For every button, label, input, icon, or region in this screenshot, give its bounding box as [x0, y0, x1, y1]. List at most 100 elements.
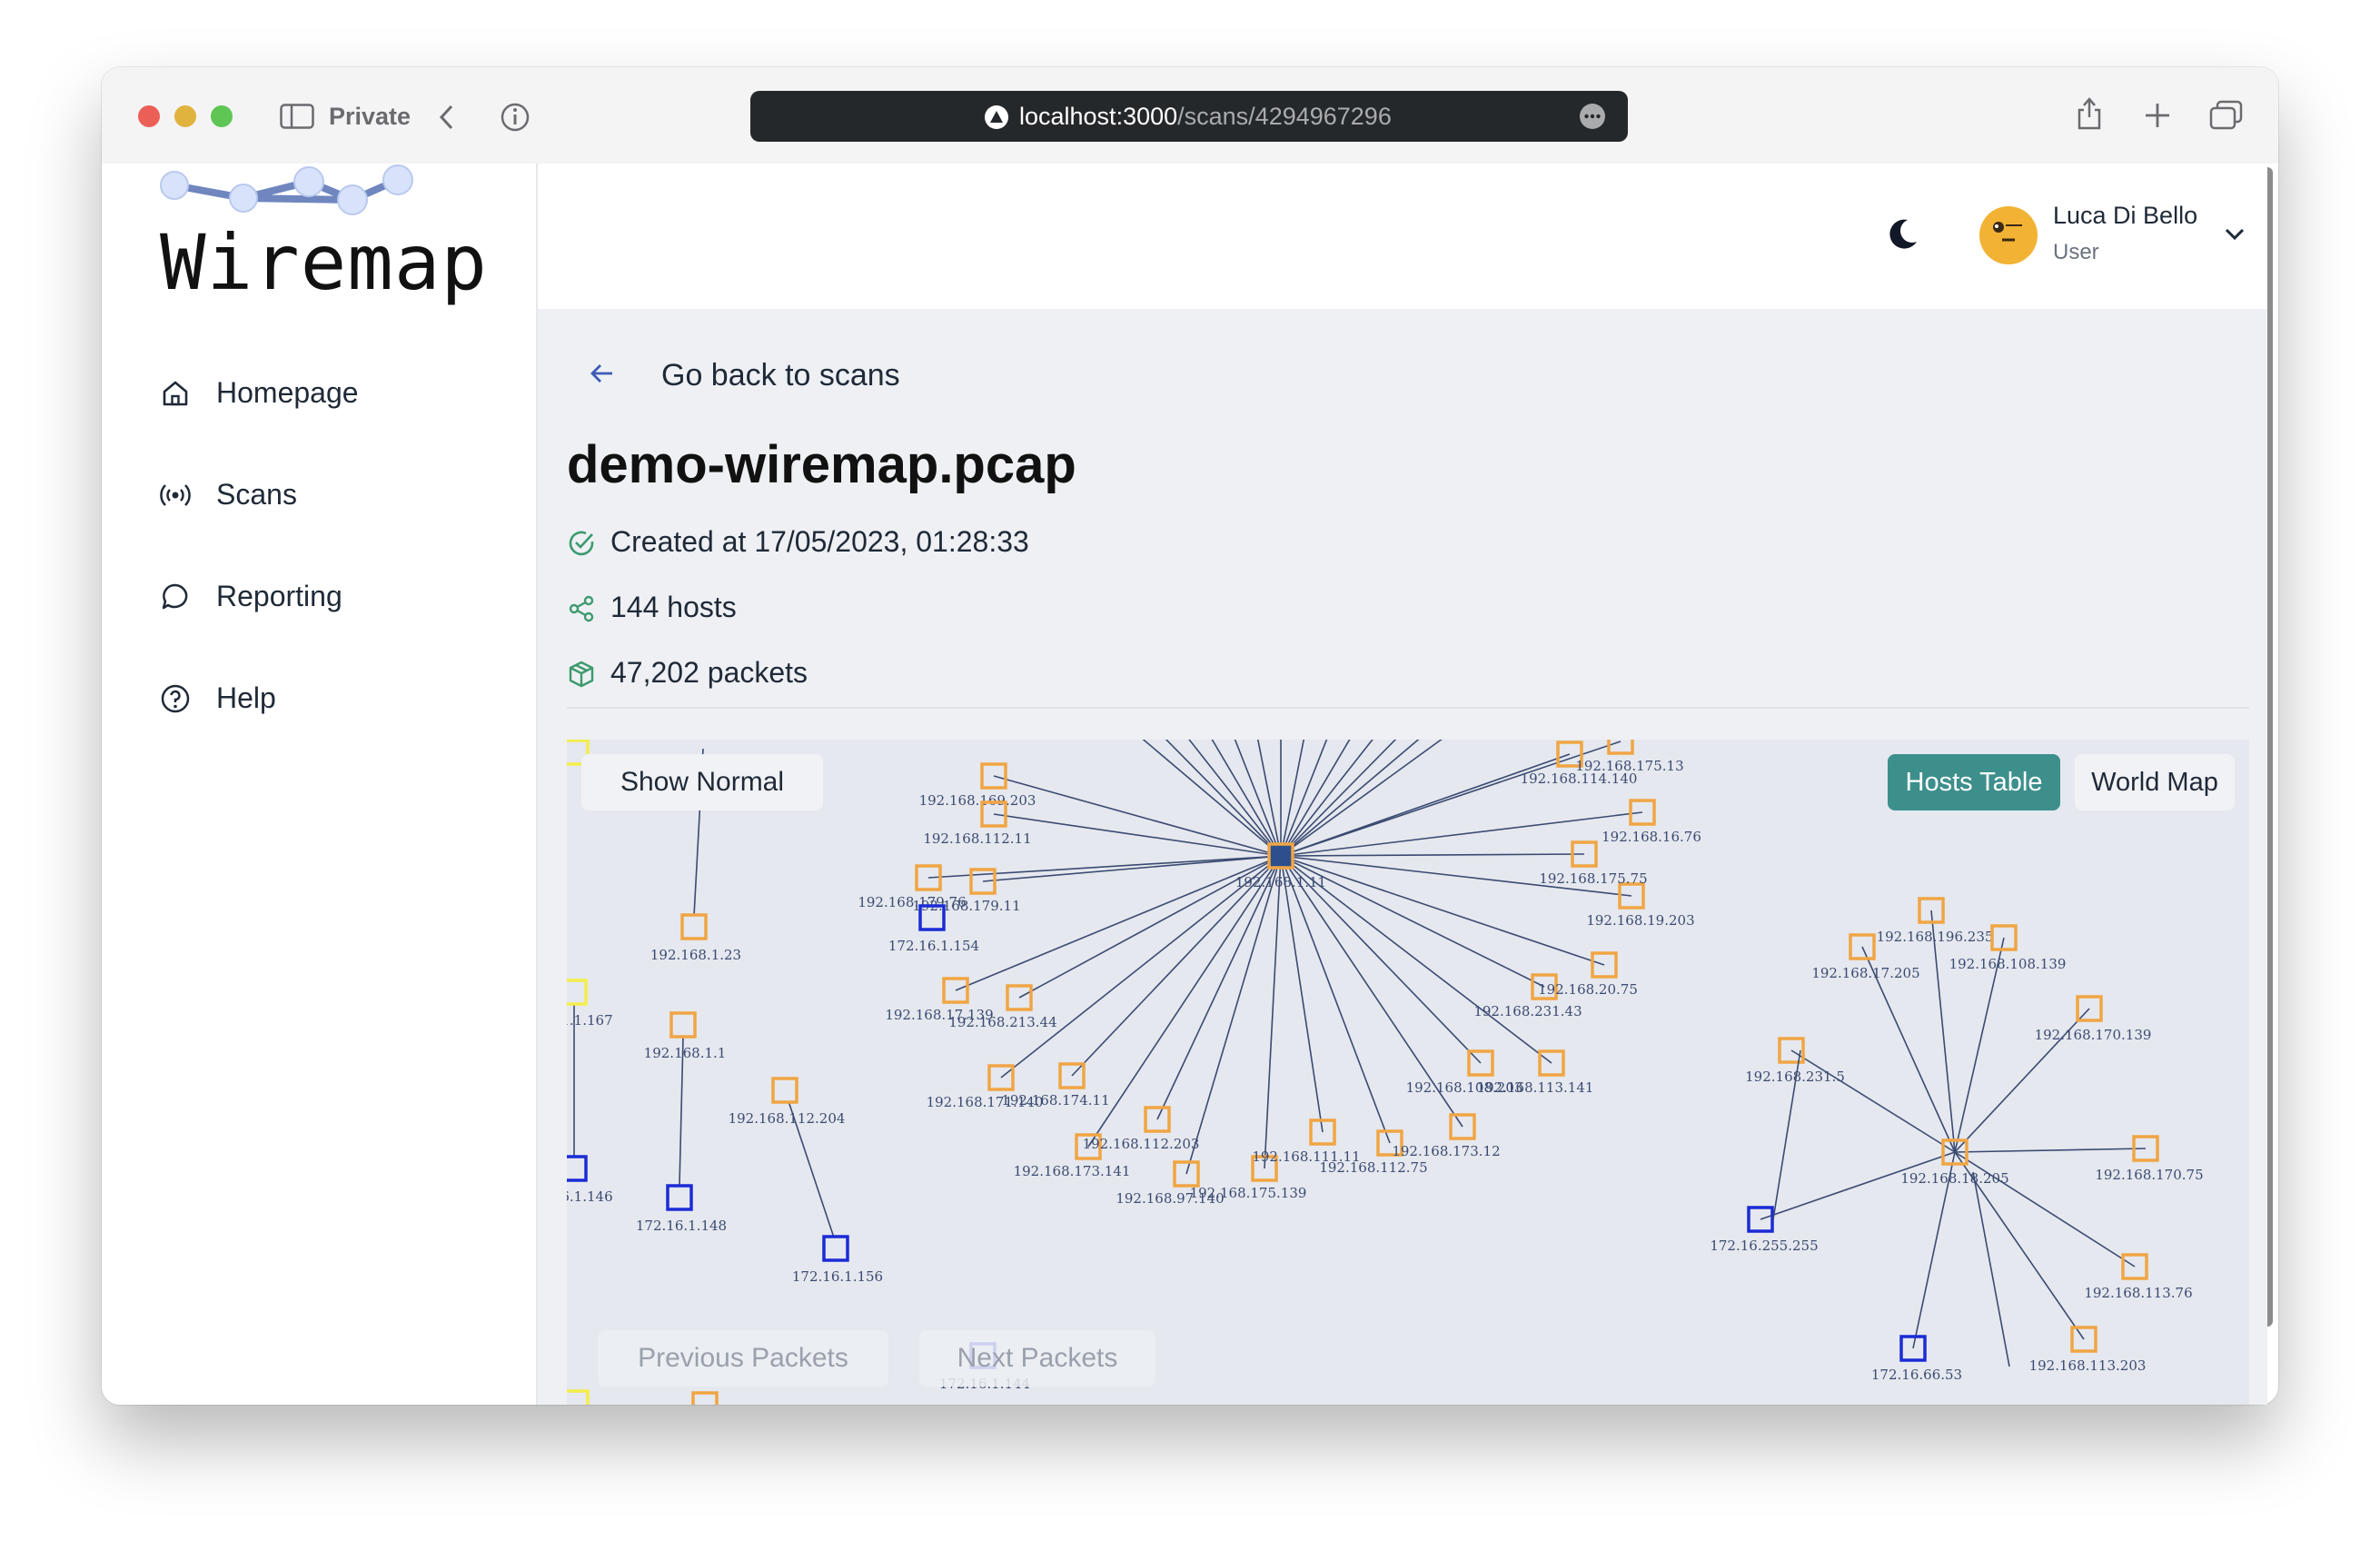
sidebar-item-label: Help [216, 681, 276, 714]
node-label: 192.168.16.76 [1602, 829, 1701, 845]
sidebar: Wiremap Homepage Scans Reporting Help [102, 164, 538, 1405]
node-label: 172.16.255.255 [1710, 1238, 1818, 1254]
packet-count: 47,202 packets [610, 656, 808, 689]
sidebar-item-label: Reporting [216, 580, 342, 612]
close-window-button[interactable] [138, 105, 160, 127]
node-label: 192.168.169.203 [919, 792, 1036, 809]
node-label: 1.1.167 [567, 1012, 613, 1029]
graph-edge [1790, 1049, 1956, 1153]
share-icon[interactable] [2075, 94, 2104, 131]
avatar[interactable] [1978, 205, 2038, 265]
graph-edge [1280, 855, 1324, 1133]
node-label: 192.168.112.204 [729, 1110, 846, 1127]
new-tab-icon[interactable] [2144, 102, 2171, 129]
node-label: 192.168.1.11 [1235, 874, 1326, 890]
sidebar-toggle-icon[interactable] [280, 104, 314, 129]
chevron-down-icon[interactable] [2224, 227, 2246, 242]
logo-text[interactable]: Wiremap [160, 218, 488, 307]
host-node[interactable] [669, 1011, 697, 1039]
node-label: 192.168.170.75 [2095, 1167, 2203, 1183]
world-map-button[interactable]: World Map [2075, 754, 2235, 810]
site-icon [985, 105, 1008, 129]
node-label: 192.168.18.205 [1900, 1170, 2008, 1187]
question-circle-icon [161, 684, 190, 713]
host-node[interactable] [567, 1155, 588, 1182]
share-nodes-icon [569, 595, 594, 622]
address-bar[interactable]: localhost:3000/scans/4294967296 [750, 91, 1628, 142]
moon-icon[interactable] [1884, 216, 1920, 253]
minimize-window-button[interactable] [174, 105, 196, 127]
back-arrow-icon[interactable] [438, 104, 454, 131]
sidebar-item-label: Scans [216, 478, 297, 511]
more-options-icon[interactable] [1579, 103, 1606, 130]
sidebar-item-reporting[interactable]: Reporting [160, 574, 505, 620]
network-graph[interactable]: 192.168.169.203 192.168.112.11 192.168.179… [567, 740, 2249, 1405]
node-label: 192.168.175.13 [1575, 758, 1683, 774]
node-label: 192.168.175.75 [1539, 870, 1647, 887]
browser-titlebar: Private localhost:3000/scans/4294967296 [102, 67, 2278, 164]
next-packets-button[interactable]: Next Packets [919, 1330, 1155, 1387]
sidebar-item-help[interactable]: Help [160, 676, 505, 721]
node-label: 192.168.113.203 [2029, 1357, 2147, 1374]
node-label: 192.168.1.1 [644, 1045, 727, 1061]
node-label: 192.168.113.141 [1477, 1079, 1594, 1096]
graph-edge [1188, 740, 1282, 857]
host-node[interactable] [691, 1391, 719, 1405]
back-to-scans-link[interactable]: Go back to scans [661, 358, 900, 393]
tab-overview-icon[interactable] [2209, 100, 2244, 131]
graph-edge [1954, 1148, 2147, 1153]
graph-edge [1280, 741, 1621, 857]
created-at: Created at 17/05/2023, 01:28:33 [610, 525, 1029, 558]
graph-edge [955, 855, 1282, 991]
host-node[interactable] [680, 913, 708, 940]
home-icon [163, 381, 188, 406]
node-label: 192.168.112.11 [923, 830, 1031, 847]
graph-edge [1280, 811, 1643, 857]
node-label: 192.168.19.203 [1586, 912, 1694, 929]
broadcast-icon [160, 484, 191, 506]
graph-edge [993, 775, 1282, 857]
node-label: 192.168.112.75 [1319, 1159, 1427, 1176]
graph-edge [1972, 1171, 2010, 1367]
network-graph-canvas[interactable]: 192.168.169.203192.168.112.11192.168.179… [567, 740, 2249, 1405]
node-label: 172.16.1.148 [636, 1218, 727, 1234]
sidebar-item-label: Homepage [216, 376, 359, 409]
sidebar-item-homepage[interactable]: Homepage [160, 371, 505, 416]
graph-edge [1280, 855, 1391, 1144]
host-count: 144 hosts [610, 591, 737, 623]
url-text: localhost:3000/scans/4294967296 [1019, 103, 1392, 131]
host-node[interactable] [567, 979, 588, 1006]
user-name: Luca Di Bello [2053, 202, 2198, 229]
divider [567, 707, 2249, 709]
user-role: User [2053, 240, 2099, 264]
check-circle-icon [569, 531, 594, 556]
node-label: 192.168.196.235 [1877, 929, 1994, 945]
node-label: 192.168.231.43 [1473, 1003, 1582, 1019]
host-node[interactable] [567, 1389, 590, 1405]
hub-node[interactable] [1267, 842, 1294, 870]
show-normal-button[interactable]: Show Normal [581, 754, 823, 810]
graph-edge [1930, 910, 1956, 1153]
node-label: 192.168.112.203 [1083, 1136, 1200, 1152]
node-label: 192.168.20.75 [1538, 981, 1638, 998]
previous-packets-button[interactable]: Previous Packets [598, 1330, 888, 1387]
node-label: 192.168.173.12 [1392, 1143, 1500, 1159]
host-node[interactable] [771, 1077, 798, 1104]
node-label: 192.168.108.139 [1949, 956, 2067, 972]
host-node[interactable] [822, 1235, 849, 1262]
info-icon[interactable] [500, 102, 531, 133]
hosts-table-button[interactable]: Hosts Table [1888, 754, 2060, 810]
private-label: Private [329, 103, 412, 130]
page-title: demo-wiremap.pcap [567, 435, 1076, 494]
node-label: 172.16.1.156 [792, 1268, 883, 1285]
graph-edge [1234, 740, 1282, 857]
maximize-window-button[interactable] [211, 105, 233, 127]
back-arrow-icon[interactable] [589, 362, 616, 385]
host-node[interactable] [666, 1184, 693, 1211]
node-label: 192.168.173.141 [1014, 1163, 1131, 1179]
url-path: /scans/4294967296 [1177, 103, 1392, 130]
chat-bubble-icon [162, 583, 188, 610]
node-label: 192.168.213.44 [948, 1014, 1056, 1030]
graph-edge [1156, 855, 1282, 1120]
sidebar-item-scans[interactable]: Scans [160, 472, 505, 518]
